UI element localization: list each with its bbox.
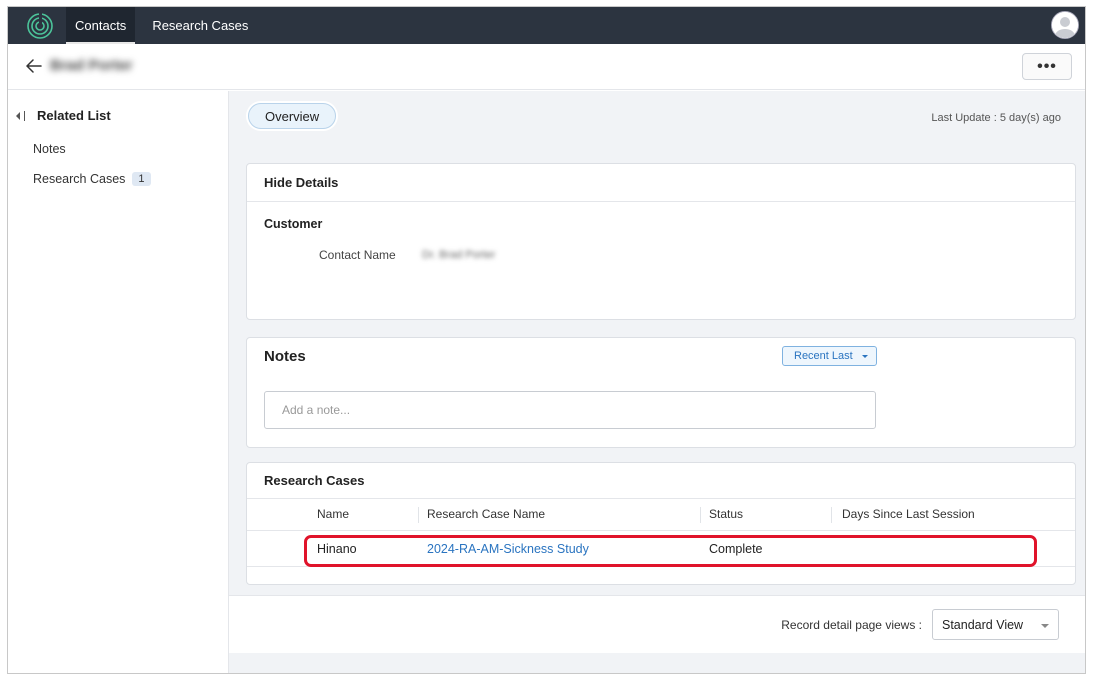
tab-overview[interactable]: Overview <box>248 103 337 129</box>
collapse-caret-icon <box>16 111 20 120</box>
research-cases-card: Research Cases Name Research Case Name S… <box>246 462 1076 585</box>
count-badge: 1 <box>132 172 151 186</box>
add-note-input[interactable] <box>264 391 876 429</box>
chevron-down-icon <box>861 354 868 358</box>
app-window: Contacts Research Cases Brad Porter ••• <box>7 6 1086 674</box>
main-content: Overview Last Update : 5 day(s) ago Hide… <box>229 91 1085 673</box>
sidebar-item-label: Notes <box>33 142 66 156</box>
research-cases-header: Research Cases <box>247 463 1075 499</box>
details-card: Hide Details Customer Contact Name Dr. B… <box>246 163 1076 320</box>
customer-section-title: Customer <box>264 217 323 231</box>
record-header: Brad Porter ••• <box>8 44 1085 90</box>
contact-name-label: Contact Name <box>319 248 396 262</box>
top-nav: Contacts Research Cases <box>8 7 1085 44</box>
sidebar-item-label: Research Cases <box>33 172 126 186</box>
notes-sort-dropdown[interactable]: Recent Last <box>782 346 877 366</box>
chevron-down-icon <box>1041 624 1049 628</box>
more-options-button[interactable]: ••• <box>1022 53 1072 80</box>
column-header-name[interactable]: Name <box>317 507 349 521</box>
column-divider <box>700 507 701 523</box>
related-list-toggle[interactable]: Related List <box>16 108 111 123</box>
notes-title: Notes <box>264 348 306 365</box>
sidebar-item-notes[interactable]: Notes <box>33 142 66 156</box>
record-title: Brad Porter <box>50 57 133 74</box>
column-divider <box>418 507 419 523</box>
page-view-footer: Record detail page views : Standard View <box>229 595 1085 653</box>
related-list-heading: Related List <box>37 108 111 123</box>
row-highlight-annotation <box>304 535 1037 567</box>
column-header-case-name[interactable]: Research Case Name <box>427 507 545 521</box>
column-header-days[interactable]: Days Since Last Session <box>842 507 975 521</box>
details-title: Hide Details <box>264 175 339 190</box>
tab-research-cases[interactable]: Research Cases <box>143 7 257 44</box>
hide-details-toggle[interactable]: Hide Details <box>247 164 1075 202</box>
tab-overview-label: Overview <box>265 108 320 124</box>
tab-contacts-label: Contacts <box>75 18 127 33</box>
spiral-logo-icon[interactable] <box>22 7 58 44</box>
selected-view: Standard View <box>942 617 1024 632</box>
tab-research-cases-label: Research Cases <box>152 18 249 33</box>
last-update-text: Last Update : 5 day(s) ago <box>931 112 1061 124</box>
collapse-bar-icon <box>24 110 25 121</box>
user-avatar-icon[interactable] <box>1051 11 1079 39</box>
sidebar-item-research-cases[interactable]: Research Cases 1 <box>33 172 151 186</box>
research-cases-title: Research Cases <box>264 473 365 488</box>
page-view-select[interactable]: Standard View <box>932 609 1059 640</box>
sort-label: Recent Last <box>794 350 853 362</box>
tab-contacts[interactable]: Contacts <box>66 7 136 44</box>
more-dots-icon: ••• <box>1037 57 1057 75</box>
back-arrow-icon[interactable] <box>24 56 44 76</box>
contact-name-value: Dr. Brad Porter <box>422 249 496 261</box>
notes-card: Notes Recent Last <box>246 337 1076 448</box>
related-list-sidebar: Related List Notes Research Cases 1 <box>8 91 229 673</box>
views-label: Record detail page views : <box>781 618 922 632</box>
column-header-status[interactable]: Status <box>709 507 743 521</box>
table-header: Name Research Case Name Status Days Sinc… <box>247 499 1075 531</box>
column-divider <box>831 507 832 523</box>
